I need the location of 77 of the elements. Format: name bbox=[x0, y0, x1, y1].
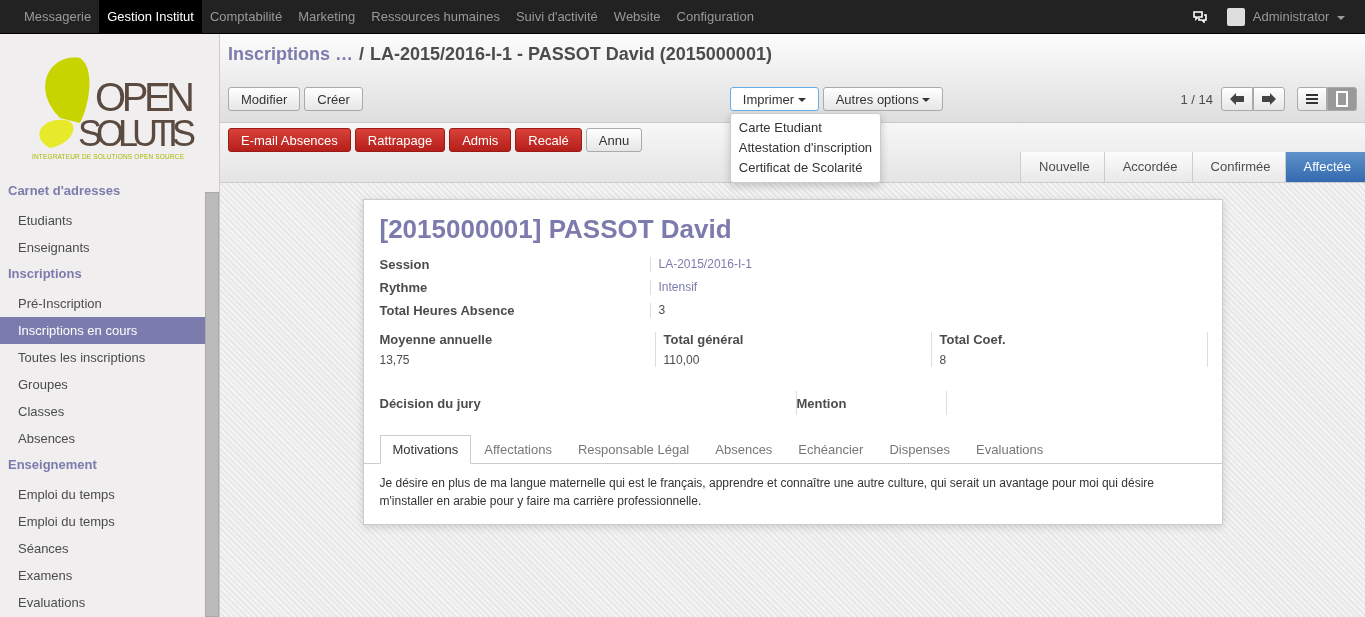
sidebar-item[interactable]: Enseignants bbox=[0, 234, 205, 261]
tab[interactable]: Echéancier bbox=[785, 435, 877, 464]
sidebar-item[interactable]: Emploi du temps bbox=[0, 481, 205, 508]
tab[interactable]: Affectations bbox=[471, 435, 565, 464]
sidebar-item[interactable]: Absences bbox=[0, 425, 205, 452]
stage-step[interactable]: Confirmée bbox=[1191, 152, 1285, 182]
top-menu-item[interactable]: Suivi d'activité bbox=[507, 0, 606, 33]
top-menu-item[interactable]: Configuration bbox=[668, 0, 762, 33]
action-button[interactable]: Rattrapage bbox=[354, 128, 446, 152]
pager-text: 1 / 14 bbox=[1180, 91, 1213, 107]
sidebar-item[interactable]: Séances bbox=[0, 535, 205, 562]
list-view-button[interactable] bbox=[1297, 87, 1327, 111]
top-menu-item[interactable]: Comptabilité bbox=[201, 0, 291, 33]
avatar-icon bbox=[1226, 7, 1245, 26]
action-button[interactable]: Admis bbox=[449, 128, 512, 152]
stage-step[interactable]: Affectée bbox=[1284, 152, 1365, 182]
field-value: 13,75 bbox=[379, 353, 411, 367]
field-value: 110,00 bbox=[663, 353, 701, 367]
sidebar-item[interactable]: Emploi du temps bbox=[0, 508, 205, 535]
field-value: LA-2015/2016-I-1 bbox=[649, 257, 1206, 272]
tab[interactable]: Responsable Légal bbox=[564, 435, 703, 464]
top-menu-item[interactable]: Gestion Institut bbox=[99, 0, 202, 33]
stage-step[interactable]: Accordée bbox=[1103, 152, 1192, 182]
breadcrumb-separator: / bbox=[359, 44, 365, 65]
top-menu-item[interactable]: Messagerie bbox=[16, 0, 100, 33]
tab[interactable]: Dispenses bbox=[876, 435, 964, 464]
more-options-button[interactable]: Autres options bbox=[822, 87, 944, 111]
sidebar-item[interactable]: Evaluations bbox=[0, 589, 205, 616]
sidebar-item[interactable]: Examens bbox=[0, 562, 205, 589]
toolbar-button[interactable]: Créer bbox=[304, 87, 363, 111]
previous-button[interactable] bbox=[1221, 87, 1253, 111]
tab[interactable]: Evaluations bbox=[963, 435, 1057, 464]
print-button[interactable]: Imprimer bbox=[729, 87, 819, 111]
breadcrumb-link[interactable]: Inscriptions … bbox=[228, 44, 353, 65]
next-button[interactable] bbox=[1253, 87, 1285, 111]
motivation-text: Je désire en plus de ma langue maternelle qui est le français, apprendre et connaître une autre culture, qui serait un avantage pour moi qui désire m'installer en arabie pour y faire ma carrière professionnelle. bbox=[379, 475, 1155, 510]
top-menu-item[interactable]: Website bbox=[605, 0, 669, 33]
sidebar-item[interactable]: Etudiants bbox=[0, 207, 205, 234]
field-label: Session bbox=[379, 257, 431, 272]
form-icon bbox=[1336, 91, 1348, 107]
field-value: 8 bbox=[939, 353, 948, 367]
dropdown-item[interactable]: Carte Etudiant bbox=[730, 118, 881, 138]
dropdown-item[interactable]: Certificat de Scolarité bbox=[730, 158, 881, 178]
field-label: Mention bbox=[796, 395, 848, 411]
action-button[interactable]: E-mail Absences bbox=[228, 128, 351, 152]
dropdown-item[interactable]: Attestation d'inscription bbox=[730, 138, 881, 158]
sidebar-section-title: Enseignement bbox=[7, 456, 98, 474]
breadcrumb-current: LA-2015/2016-I-1 - PASSOT David (2015000001) bbox=[370, 44, 772, 65]
field-label: Décision du jury bbox=[379, 395, 482, 411]
stage-step[interactable]: Nouvelle bbox=[1020, 152, 1104, 182]
arrow-right-icon bbox=[1262, 93, 1276, 105]
arrow-left-icon bbox=[1230, 93, 1244, 105]
action-button[interactable]: Annu bbox=[585, 128, 643, 152]
field-value: 3 bbox=[649, 303, 1206, 318]
toolbar-button[interactable]: Modifier bbox=[228, 87, 301, 111]
field-label: Total général bbox=[663, 332, 745, 347]
user-menu[interactable]: Administrator bbox=[1252, 9, 1345, 24]
list-icon bbox=[1306, 93, 1318, 105]
tab[interactable]: Motivations bbox=[379, 435, 472, 464]
sidebar-item[interactable]: Classes bbox=[0, 398, 205, 425]
field-label: Total Heures Absence bbox=[379, 303, 516, 318]
field-label: Total Coef. bbox=[939, 332, 1007, 347]
sidebar-item[interactable]: Groupes bbox=[0, 371, 205, 398]
tab[interactable]: Absences bbox=[702, 435, 786, 464]
field-label: Rythme bbox=[379, 280, 429, 295]
sidebar-item[interactable]: Toutes les inscriptions bbox=[0, 344, 205, 371]
chat-icon[interactable] bbox=[1192, 10, 1207, 23]
sidebar-section-title: Carnet d'adresses bbox=[7, 182, 122, 200]
field-value: Intensif bbox=[649, 280, 1206, 295]
field-label: Moyenne annuelle bbox=[379, 332, 494, 347]
sidebar-section-title: Inscriptions bbox=[7, 265, 83, 283]
action-button[interactable]: Recalé bbox=[515, 128, 582, 152]
sidebar-item[interactable]: Pré-Inscription bbox=[0, 290, 205, 317]
sidebar-item[interactable]: Inscriptions en cours bbox=[0, 317, 205, 344]
record-title: [2015000001] PASSOT David bbox=[379, 214, 733, 245]
top-menu-item[interactable]: Marketing bbox=[290, 0, 364, 33]
top-menu-item[interactable]: Ressources humaines bbox=[363, 0, 508, 33]
